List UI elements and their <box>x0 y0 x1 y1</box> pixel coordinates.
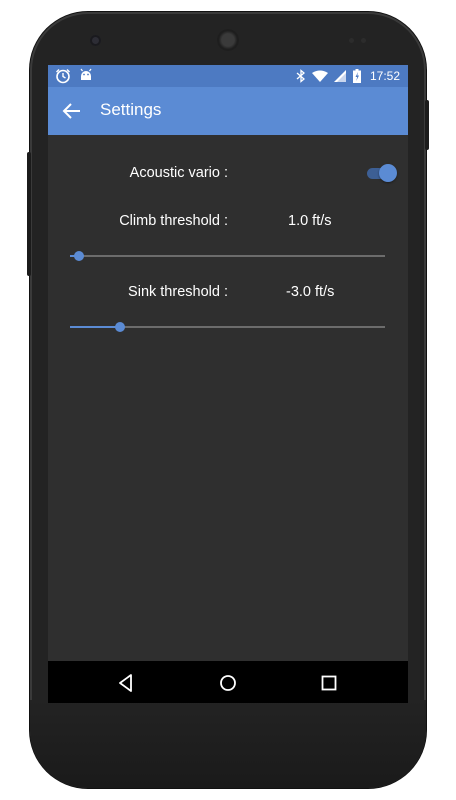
earpiece-speaker <box>217 29 239 51</box>
climb-threshold-slider[interactable] <box>70 246 385 266</box>
sink-threshold-slider[interactable] <box>70 317 385 337</box>
acoustic-vario-label: Acoustic vario : <box>129 165 228 181</box>
screen: 17:52 Settings Acoustic vario : Climb th… <box>48 65 408 703</box>
back-triangle-icon[interactable] <box>114 671 138 695</box>
front-camera-icon <box>90 35 101 46</box>
sink-threshold-label: Sink threshold : <box>128 284 228 300</box>
sink-threshold-value: -3.0 ft/s <box>286 284 335 300</box>
slider-thumb[interactable] <box>74 251 85 261</box>
slider-rail <box>70 255 385 257</box>
climb-threshold-value: 1.0 ft/s <box>288 213 332 229</box>
back-arrow-icon[interactable] <box>62 101 82 121</box>
navigation-bar <box>48 661 408 703</box>
proximity-sensor <box>349 38 354 43</box>
toggle-thumb <box>379 164 397 182</box>
status-icons: 17:52 <box>296 65 400 87</box>
home-circle-icon[interactable] <box>216 671 240 695</box>
clock-time: 17:52 <box>369 69 400 83</box>
recents-square-icon[interactable] <box>317 671 341 695</box>
light-sensor <box>361 38 366 43</box>
slider-fill <box>70 326 121 328</box>
volume-button <box>27 152 31 276</box>
acoustic-vario-toggle[interactable] <box>367 164 397 182</box>
wifi-icon <box>311 70 328 82</box>
slider-thumb[interactable] <box>115 322 126 332</box>
phone-chin <box>30 700 426 788</box>
battery-charging-icon <box>352 69 361 83</box>
alarm-clock-icon <box>56 69 70 84</box>
signal-icon <box>333 70 346 82</box>
status-bar: 17:52 <box>48 65 408 87</box>
page-title: Settings <box>100 100 162 119</box>
android-icon <box>80 68 92 80</box>
climb-threshold-label: Climb threshold : <box>119 213 228 229</box>
power-button <box>425 100 429 150</box>
app-bar: Settings <box>48 87 408 135</box>
bluetooth-icon <box>296 69 305 83</box>
